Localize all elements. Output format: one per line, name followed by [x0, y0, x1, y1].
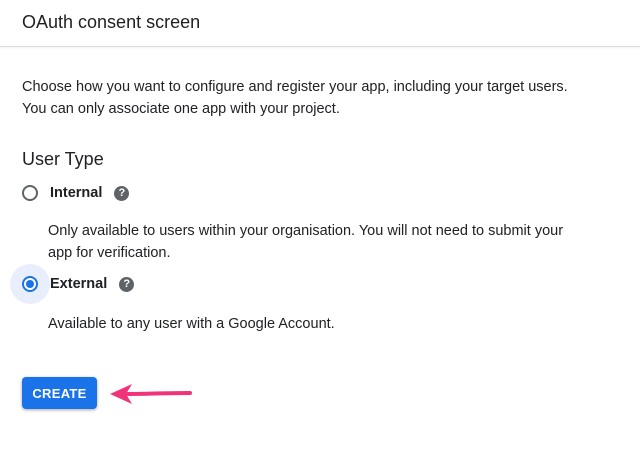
radio-external[interactable]: [22, 276, 38, 292]
user-type-heading: User Type: [22, 149, 104, 169]
radio-label-internal[interactable]: Internal: [50, 185, 102, 201]
internal-description: Only available to users within your orga…: [48, 223, 564, 261]
page-title: OAuth consent screen: [22, 12, 201, 32]
radio-internal[interactable]: [22, 185, 38, 201]
pink-arrow-icon: [110, 384, 192, 404]
radio-halo[interactable]: [10, 264, 50, 304]
help-icon[interactable]: ?: [114, 185, 130, 201]
radio-halo[interactable]: [10, 173, 50, 213]
help-icon[interactable]: ?: [119, 276, 135, 292]
radio-label-external[interactable]: External: [50, 276, 107, 292]
radio-option-external[interactable]: External ?: [10, 264, 135, 304]
radio-option-internal[interactable]: Internal ?: [10, 173, 130, 213]
create-button[interactable]: CREATE: [22, 377, 97, 409]
intro-description: Choose how you want to configure and reg…: [22, 79, 568, 117]
page-header: OAuth consent screen: [0, 0, 640, 47]
external-description: Available to any user with a Google Acco…: [48, 316, 335, 332]
